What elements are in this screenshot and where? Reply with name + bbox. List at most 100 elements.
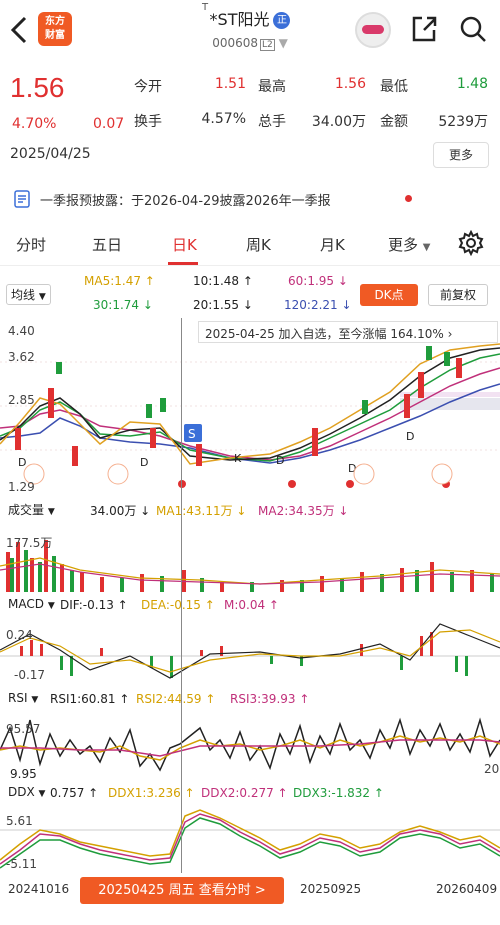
- chevron-down-icon: ▼: [278, 36, 288, 50]
- notice-dot: [405, 195, 412, 202]
- macd-chart[interactable]: [0, 616, 500, 686]
- rsi-selector[interactable]: RSI ▼: [4, 690, 42, 706]
- rsi-y-top: 95.57: [6, 722, 41, 736]
- ddx-header: DDX ▼ 0.757 ↑ DDX1:3.236 ↑ DDX2:0.277 ↑ …: [0, 782, 500, 804]
- rsi2-value: RSI2:44.59 ↑: [136, 692, 216, 706]
- view-intraday-button[interactable]: 20250425 周五 查看分时 >: [80, 877, 284, 904]
- kline-y-top: 4.40: [8, 324, 35, 338]
- ma5-value: MA5:1.47 ↑: [84, 274, 155, 288]
- x-date-start: 20241016: [8, 882, 70, 896]
- dk-point-button[interactable]: DK点: [360, 284, 418, 306]
- ma120-value: 120:2.21 ↓: [284, 298, 352, 312]
- macd-y-bottom: -0.17: [14, 668, 46, 682]
- more-button[interactable]: 更多: [433, 142, 489, 168]
- chevron-down-icon: ▼: [422, 242, 431, 253]
- macd-dif: DIF:-0.13 ↑: [60, 598, 128, 612]
- ma60-value: 60:1.95 ↓: [288, 274, 348, 288]
- volume-label: 总手: [258, 114, 286, 130]
- tab-five-day[interactable]: 五日: [92, 234, 122, 255]
- stock-code[interactable]: 000608 L2 ▼: [150, 36, 350, 51]
- svg-text:D: D: [406, 430, 414, 443]
- search-icon[interactable]: [458, 14, 488, 44]
- back-arrow-icon[interactable]: [8, 14, 32, 46]
- ddx-selector[interactable]: DDX ▼: [4, 784, 49, 800]
- avatar[interactable]: [355, 12, 391, 48]
- x-date-end: 20260409: [436, 882, 498, 896]
- low-label: 最低: [380, 79, 408, 95]
- ddx-value: 0.757 ↑: [50, 786, 99, 800]
- macd-selector[interactable]: MACD ▼: [4, 596, 59, 612]
- volume-chart[interactable]: [0, 522, 500, 592]
- open-value: 1.51: [214, 76, 246, 92]
- kline-y-3: 2.85: [8, 393, 35, 407]
- macd-dea: DEA:-0.15 ↑: [141, 598, 215, 612]
- ma10-value: 10:1.48 ↑: [193, 274, 253, 288]
- ddx3-value: DDX3:-1.832 ↑: [293, 786, 384, 800]
- kline-y-2: 3.62: [8, 350, 35, 364]
- ddx-chart[interactable]: [0, 804, 500, 876]
- active-tab-indicator: [168, 262, 198, 265]
- tab-monthly-k[interactable]: 月K: [320, 234, 345, 255]
- svg-text:S: S: [188, 427, 196, 441]
- change-percent: 4.70%: [12, 116, 57, 132]
- current-price: 1.56: [10, 72, 65, 103]
- quote-date: 2025/04/25: [10, 146, 91, 162]
- ddx-y-top: 5.61: [6, 814, 33, 828]
- rsi1-value: RSI1:60.81 ↑: [50, 692, 130, 706]
- volume-y-top: 177.5万: [6, 536, 53, 550]
- document-icon: [14, 190, 30, 208]
- svg-text:D: D: [18, 456, 26, 469]
- turnover-value: 4.57%: [201, 111, 246, 127]
- chevron-right-icon: ›: [447, 327, 453, 341]
- macd-header: MACD ▼ DIF:-0.13 ↑ DEA:-0.15 ↑ M:0.04 ↑: [0, 594, 500, 616]
- volume-selector[interactable]: 成交量 ▼: [4, 500, 59, 519]
- rsi-chart[interactable]: [0, 710, 500, 780]
- amount-label: 金额: [380, 114, 408, 130]
- high-label: 最高: [258, 79, 286, 95]
- notice-text: 一季报预披露：于2026-04-29披露2026年一季报: [40, 194, 331, 209]
- stock-name[interactable]: *ST阳光正: [150, 6, 350, 30]
- svg-text:K: K: [234, 452, 242, 465]
- ddx2-value: DDX2:0.277 ↑: [201, 786, 288, 800]
- share-icon[interactable]: [410, 14, 438, 44]
- notice-bar[interactable]: 一季报预披露：于2026-04-29披露2026年一季报: [0, 180, 500, 218]
- volume-header: 成交量 ▼ 34.00万 ↓ MA1:43.11万 ↓ MA2:34.35万 ↓: [0, 498, 500, 520]
- kline-chart[interactable]: D D K DDD S: [0, 318, 500, 496]
- adjust-selector[interactable]: 前复权: [428, 284, 488, 306]
- crosshair-line: [181, 318, 182, 873]
- rsi-y-right: 20: [484, 762, 500, 776]
- volume-ma1: MA1:43.11万 ↓: [156, 504, 247, 518]
- ma30-value: 30:1.74 ↓: [93, 298, 153, 312]
- kline-y-bottom: 1.29: [8, 480, 35, 494]
- chevron-down-icon: ▼: [38, 292, 46, 302]
- rsi-y-bottom: 9.95: [8, 767, 39, 781]
- zheng-badge: 正: [273, 12, 291, 29]
- macd-m: M:0.04 ↑: [224, 598, 279, 612]
- tab-intraday[interactable]: 分时: [16, 234, 46, 255]
- change-amount: 0.07: [93, 116, 125, 132]
- tab-weekly-k[interactable]: 周K: [246, 234, 271, 255]
- gear-icon[interactable]: [458, 230, 484, 256]
- ddx-y-bottom: -5.11: [6, 857, 38, 871]
- low-value: 1.48: [456, 76, 488, 92]
- rsi3-value: RSI3:39.93 ↑: [230, 692, 310, 706]
- svg-text:D: D: [276, 454, 284, 467]
- open-label: 今开: [134, 79, 162, 95]
- volume-ma2: MA2:34.35万 ↓: [258, 504, 349, 518]
- high-value: 1.56: [334, 76, 366, 92]
- tab-more[interactable]: 更多 ▼: [388, 234, 431, 255]
- l2-badge: L2: [260, 39, 275, 51]
- ma-selector[interactable]: 均线 ▼: [6, 284, 51, 305]
- amount-value: 5239万: [438, 114, 488, 130]
- macd-y-top: 0.24: [6, 628, 33, 642]
- app-logo: 东方 财富: [38, 12, 72, 46]
- watchlist-tip[interactable]: 2025-04-25 加入自选，至今涨幅 164.10% ›: [198, 321, 498, 343]
- rsi-header: RSI ▼ RSI1:60.81 ↑ RSI2:44.59 ↑ RSI3:39.…: [0, 688, 500, 710]
- volume-value: 34.00万: [311, 114, 366, 130]
- ma-row: 均线 ▼ MA5:1.47 ↑ 10:1.48 ↑ 60:1.95 ↓ 30:1…: [0, 266, 500, 316]
- svg-text:D: D: [140, 456, 148, 469]
- tab-daily-k[interactable]: 日K: [172, 234, 197, 255]
- period-tabs: 分时 五日 日K 周K 月K 更多 ▼: [0, 226, 500, 266]
- x-date-mid: 20250925: [300, 882, 362, 896]
- ma20-value: 20:1.55 ↓: [193, 298, 253, 312]
